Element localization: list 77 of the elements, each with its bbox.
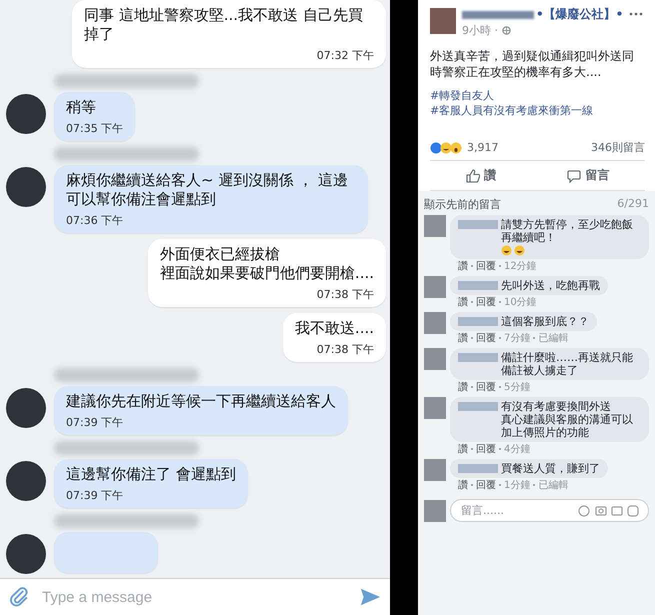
emoji-icons-drawing[interactable] [578,504,640,516]
message-text: 稍等 [66,98,97,117]
message-time: 07:39 下午 [66,415,124,430]
comment-text: 先叫外送，吃飽再戰 [501,279,600,292]
like-link[interactable]: 讚 [458,331,468,345]
avatar-icon [424,276,446,298]
like-button[interactable]: 讚 [456,161,506,190]
attachment-icon[interactable] [8,586,30,608]
page-name[interactable]: •【爆廢公社】• [536,6,624,23]
like-link[interactable]: 讚 [458,295,468,309]
avatar-icon [424,215,446,237]
avatar-icon [6,461,46,501]
avatar-icon [424,500,446,522]
reply-link[interactable]: 回覆 [476,295,496,309]
comment-text: 真心建議與客服的溝通可以加上傳照片的功能 [501,413,634,439]
reply-link[interactable]: 回覆 [476,478,496,492]
blurred-name [458,353,498,362]
avatar-icon [6,94,46,134]
avatar-icon [424,348,446,370]
avatar-icon [424,312,446,334]
message-time: 07:38 下午 [316,342,374,357]
blurred-name [458,220,498,229]
hashtag-link[interactable]: #客服人員有沒有考慮來衝第一線 [430,103,655,118]
speech-bubble-icon [567,168,582,182]
message-time: 07:39 下午 [66,488,124,503]
message-text: 建議你先在附近等候一下再繼續送給客人 [66,392,336,411]
like-link[interactable]: 讚 [458,380,468,394]
globe-icon [502,26,510,35]
message-text: 外面便衣已經拔槍 [160,245,281,264]
reply-link[interactable]: 回覆 [476,259,496,273]
like-link[interactable]: 讚 [458,259,468,273]
message-field[interactable]: Type a message [0,578,390,615]
comment-input[interactable]: 留言...... [450,499,649,522]
avatar-icon [424,397,446,419]
like-link[interactable]: 讚 [458,442,468,456]
message-text: 我不敢送.... [294,319,374,338]
comment-text: 請雙方先暫停，至少吃飽飯再繼續吧！ [501,218,634,244]
comment-text: 備註什麼啦……再送就只能備註被人擄走了 [501,351,634,377]
avatar-icon [6,167,46,207]
reaction-count[interactable]: 3,917 [467,141,498,154]
message-text: 這邊幫你備注了 會遲點到 [66,465,236,484]
comment-text-input[interactable]: 留言...... [459,503,578,518]
blurred-name [458,464,498,473]
reply-link[interactable]: 回覆 [476,380,496,394]
comment-text: 這個客服到底？？ [501,315,589,328]
comment-text: 有沒有考慮要換間外送 [501,400,612,413]
blurred-name [462,10,534,18]
send-icon[interactable] [358,586,382,608]
message-time: 07:32 下午 [316,48,374,63]
blurred-name [458,402,498,411]
message-time: 07:38 下午 [316,287,374,302]
message-text: 同事 這地址警察攻堅...我不敢送 自己先買掉了 [84,6,364,44]
comment-counter: 6/291 [617,197,649,212]
more-icon[interactable] [629,12,643,16]
message-input[interactable]: Type a message [40,588,348,606]
show-previous-link[interactable]: 顯示先前的留言 [424,197,501,212]
post-text: 外送真辛苦，過到疑似通緝犯叫外送同時警察正在攻堅的機率有多大.... [430,48,635,80]
blurred-name [458,281,498,290]
avatar-icon [430,8,456,34]
message-time: 07:35 下午 [66,121,124,136]
reply-link[interactable]: 回覆 [476,331,496,345]
message-text: 裡面說如果要破門他們要開槍.... [160,264,374,283]
message-text: 麻煩你繼續送給客人~ 遲到沒關係 ， 這邊可以幫你備注會遲點到 [66,171,349,209]
comment-text: 買餐送人質，賺到了 [501,462,600,475]
hashtag-link[interactable]: #轉發自友人 [430,88,655,103]
blurred-name [458,317,498,326]
avatar-icon [424,459,446,481]
message-time: 07:36 下午 [66,213,124,228]
avatar-icon [6,534,46,574]
comment-count[interactable]: 346則留言 [591,140,645,155]
like-link[interactable]: 讚 [458,478,468,492]
reactions-icon[interactable] [430,142,464,154]
thumbs-up-icon [466,168,480,182]
reply-link[interactable]: 回覆 [476,442,496,456]
laughing-emoji-icon [501,245,525,256]
comment-button[interactable]: 留言 [557,161,620,190]
avatar-icon [6,388,46,428]
